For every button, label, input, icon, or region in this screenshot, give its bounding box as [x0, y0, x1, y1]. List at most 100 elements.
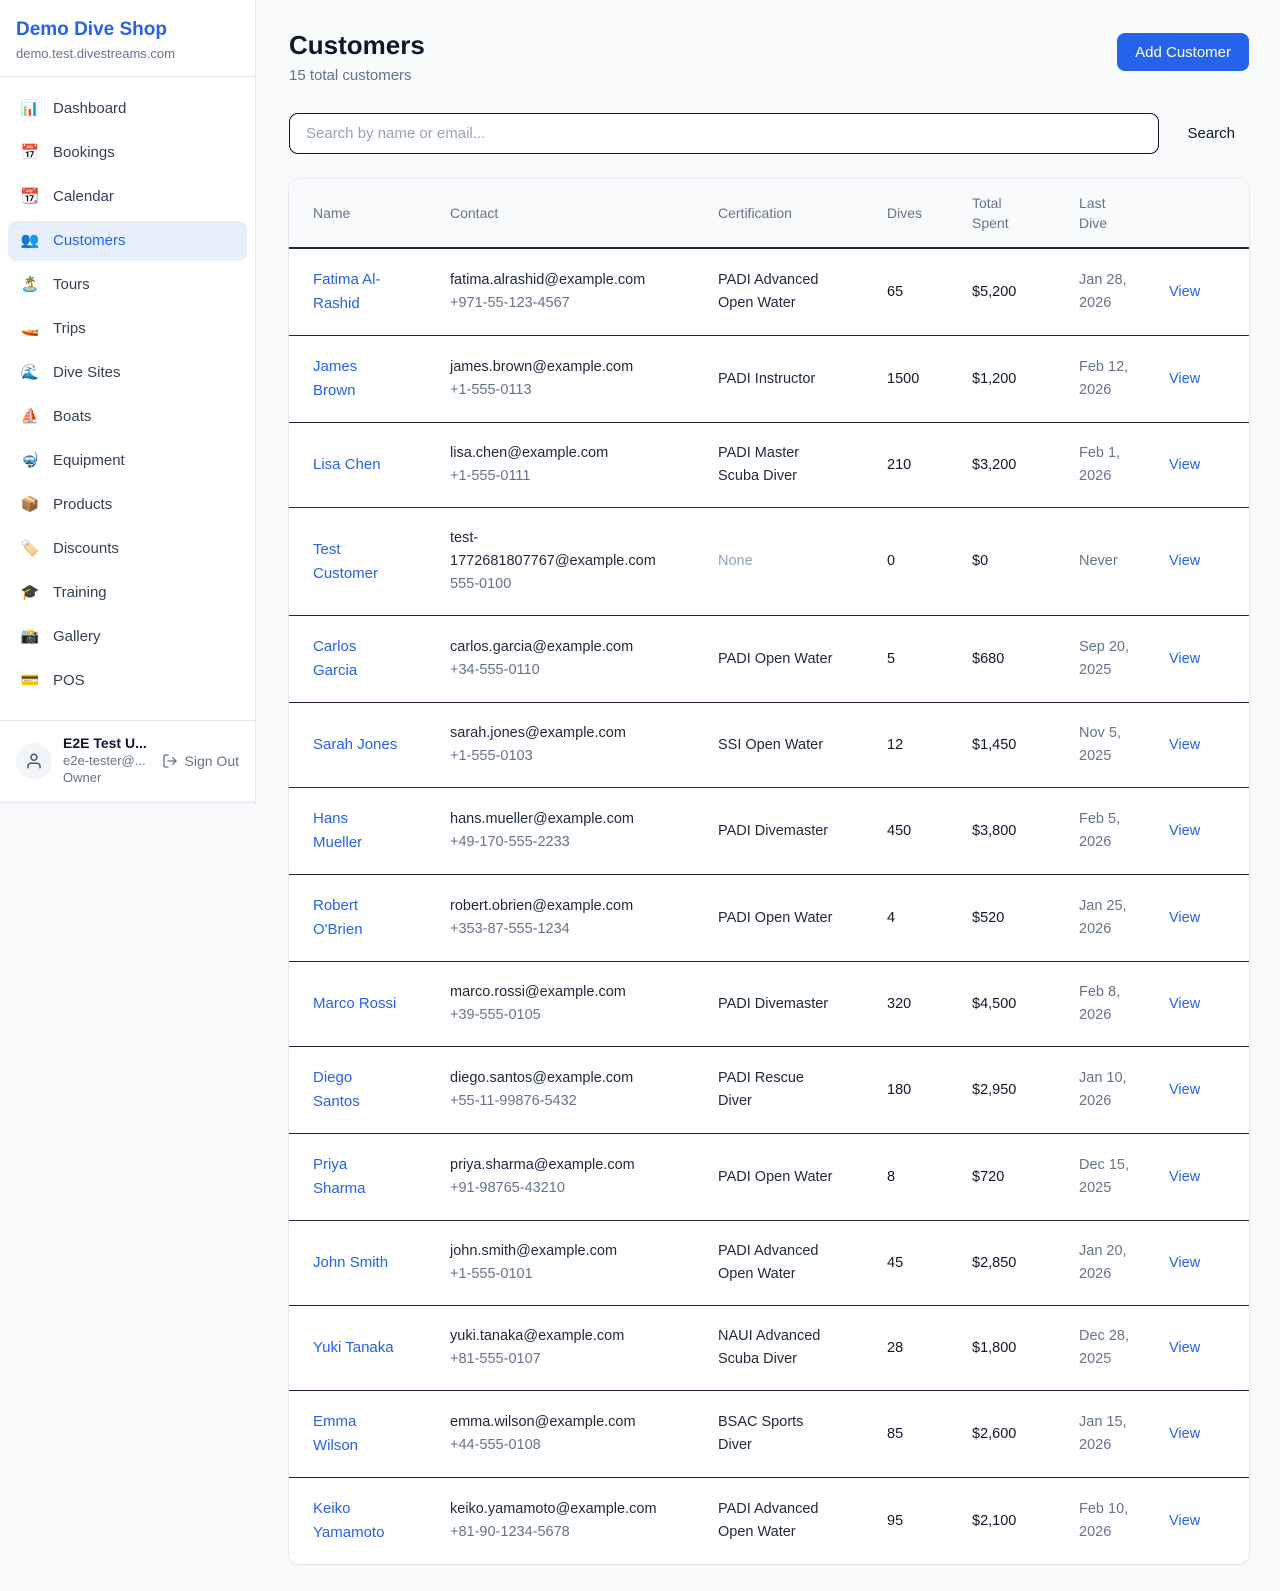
- view-link[interactable]: View: [1169, 651, 1200, 667]
- graduation-cap-icon: 🎓: [20, 583, 40, 603]
- main-content: Customers 15 total customers Add Custome…: [256, 0, 1280, 1591]
- customer-phone: +81-555-0107: [450, 1348, 686, 1371]
- view-link[interactable]: View: [1169, 457, 1200, 473]
- people-icon: 👥: [20, 231, 40, 251]
- sidebar-item-bookings[interactable]: 📅Bookings: [8, 133, 247, 173]
- page-title-block: Customers 15 total customers: [289, 30, 425, 84]
- customer-total-spent: $680: [956, 616, 1063, 703]
- customer-name-link[interactable]: Hans Mueller: [313, 810, 362, 851]
- customer-name-link[interactable]: Carlos Garcia: [313, 638, 357, 679]
- column-header-total-spent: Total Spent: [956, 179, 1063, 248]
- app-root: Demo Dive Shop demo.test.divestreams.com…: [0, 0, 1280, 1591]
- customer-name-link[interactable]: Fatima Al- Rashid: [313, 271, 381, 312]
- sidebar-item-discounts[interactable]: 🏷️Discounts: [8, 529, 247, 569]
- customer-certification: PADI Open Water: [702, 616, 871, 703]
- sidebar-item-dashboard[interactable]: 📊Dashboard: [8, 89, 247, 129]
- view-link[interactable]: View: [1169, 1426, 1200, 1442]
- sidebar-item-equipment[interactable]: 🤿Equipment: [8, 441, 247, 481]
- customer-email: john.smith@example.com: [450, 1240, 686, 1263]
- view-link[interactable]: View: [1169, 1255, 1200, 1271]
- view-link[interactable]: View: [1169, 371, 1200, 387]
- customer-dives: 85: [871, 1391, 956, 1478]
- label-icon: 🏷️: [20, 539, 40, 559]
- search-bar: Search: [289, 113, 1249, 154]
- add-customer-button[interactable]: Add Customer: [1117, 33, 1249, 71]
- sidebar-item-trips[interactable]: 🚤Trips: [8, 309, 247, 349]
- customer-email: james.brown@example.com: [450, 356, 686, 379]
- view-link[interactable]: View: [1169, 1169, 1200, 1185]
- customer-last-dive: Dec 15, 2025: [1063, 1134, 1153, 1221]
- sidebar: Demo Dive Shop demo.test.divestreams.com…: [0, 0, 256, 803]
- customer-name-link[interactable]: Test Customer: [313, 541, 378, 582]
- table-row: Lisa Chen lisa.chen@example.com +1-555-0…: [289, 423, 1249, 508]
- view-link[interactable]: View: [1169, 553, 1200, 569]
- view-link[interactable]: View: [1169, 284, 1200, 300]
- view-link[interactable]: View: [1169, 1513, 1200, 1529]
- customer-email: carlos.garcia@example.com: [450, 636, 686, 659]
- view-link[interactable]: View: [1169, 910, 1200, 926]
- customer-last-dive: Feb 1, 2026: [1063, 423, 1153, 508]
- search-input[interactable]: [289, 113, 1159, 154]
- customer-total-spent: $1,800: [956, 1306, 1063, 1391]
- customer-name-link[interactable]: Robert O'Brien: [313, 897, 363, 938]
- view-link[interactable]: View: [1169, 823, 1200, 839]
- customer-name-link[interactable]: Diego Santos: [313, 1069, 360, 1110]
- sidebar-item-products[interactable]: 📦Products: [8, 485, 247, 525]
- sidebar-item-tours[interactable]: 🏝️Tours: [8, 265, 247, 305]
- sidebar-item-boats[interactable]: ⛵Boats: [8, 397, 247, 437]
- view-link[interactable]: View: [1169, 996, 1200, 1012]
- customer-phone: +81-90-1234-5678: [450, 1521, 686, 1544]
- customer-total-spent: $3,800: [956, 788, 1063, 875]
- search-button[interactable]: Search: [1185, 121, 1237, 146]
- customer-email: yuki.tanaka@example.com: [450, 1325, 686, 1348]
- customer-last-dive: Jan 10, 2026: [1063, 1047, 1153, 1134]
- customer-name-link[interactable]: Sarah Jones: [313, 736, 397, 753]
- table-row: Hans Mueller hans.mueller@example.com +4…: [289, 788, 1249, 875]
- table-row: Fatima Al- Rashid fatima.alrashid@exampl…: [289, 248, 1249, 336]
- customer-name-link[interactable]: James Brown: [313, 358, 357, 399]
- sidebar-item-label: Customers: [53, 231, 126, 251]
- sidebar-item-label: Training: [53, 583, 107, 603]
- customer-last-dive: Jan 28, 2026: [1063, 248, 1153, 336]
- customer-name-link[interactable]: Keiko Yamamoto: [313, 1500, 384, 1541]
- view-link[interactable]: View: [1169, 1340, 1200, 1356]
- sidebar-item-customers[interactable]: 👥 Customers: [8, 221, 247, 261]
- table-row: John Smith john.smith@example.com +1-555…: [289, 1221, 1249, 1306]
- customer-name-link[interactable]: Priya Sharma: [313, 1156, 366, 1197]
- customer-name-link[interactable]: John Smith: [313, 1254, 388, 1271]
- customer-name-link[interactable]: Emma Wilson: [313, 1413, 358, 1454]
- customer-email: keiko.yamamoto@example.com: [450, 1498, 686, 1521]
- customer-certification: PADI Open Water: [702, 875, 871, 962]
- sidebar-item-gallery[interactable]: 📸Gallery: [8, 617, 247, 657]
- customer-dives: 5: [871, 616, 956, 703]
- view-link[interactable]: View: [1169, 1082, 1200, 1098]
- sign-out-button[interactable]: Sign Out: [162, 753, 239, 769]
- sidebar-item-calendar[interactable]: 📆Calendar: [8, 177, 247, 217]
- customer-phone: +353-87-555-1234: [450, 918, 686, 941]
- sailboat-icon: ⛵: [20, 407, 40, 427]
- customer-name-link[interactable]: Marco Rossi: [313, 995, 396, 1012]
- customer-last-dive: Nov 5, 2025: [1063, 703, 1153, 788]
- tear-off-calendar-icon: 📆: [20, 187, 40, 207]
- column-header-dives: Dives: [871, 179, 956, 248]
- customer-phone: +1-555-0103: [450, 745, 686, 768]
- customer-email: hans.mueller@example.com: [450, 808, 686, 831]
- customer-email: fatima.alrashid@example.com: [450, 269, 686, 292]
- sidebar-item-pos[interactable]: 💳POS: [8, 661, 247, 701]
- sidebar-item-training[interactable]: 🎓 Training: [8, 573, 247, 613]
- customer-dives: 0: [871, 508, 956, 616]
- sign-out-label: Sign Out: [185, 753, 239, 769]
- customers-table-card: NameContactCertificationDivesTotal Spent…: [289, 179, 1249, 1564]
- shop-name[interactable]: Demo Dive Shop: [16, 18, 239, 42]
- customer-name-link[interactable]: Yuki Tanaka: [313, 1339, 394, 1356]
- view-link[interactable]: View: [1169, 737, 1200, 753]
- customer-last-dive: Feb 8, 2026: [1063, 962, 1153, 1047]
- customer-email: robert.obrien@example.com: [450, 895, 686, 918]
- sidebar-item-dive-sites[interactable]: 🌊Dive Sites: [8, 353, 247, 393]
- customer-last-dive: Jan 15, 2026: [1063, 1391, 1153, 1478]
- table-row: Diego Santos diego.santos@example.com +5…: [289, 1047, 1249, 1134]
- customer-phone: +55-11-99876-5432: [450, 1090, 686, 1113]
- table-body: Fatima Al- Rashid fatima.alrashid@exampl…: [289, 248, 1249, 1564]
- sidebar-header: Demo Dive Shop demo.test.divestreams.com: [0, 0, 255, 77]
- customer-name-link[interactable]: Lisa Chen: [313, 456, 381, 473]
